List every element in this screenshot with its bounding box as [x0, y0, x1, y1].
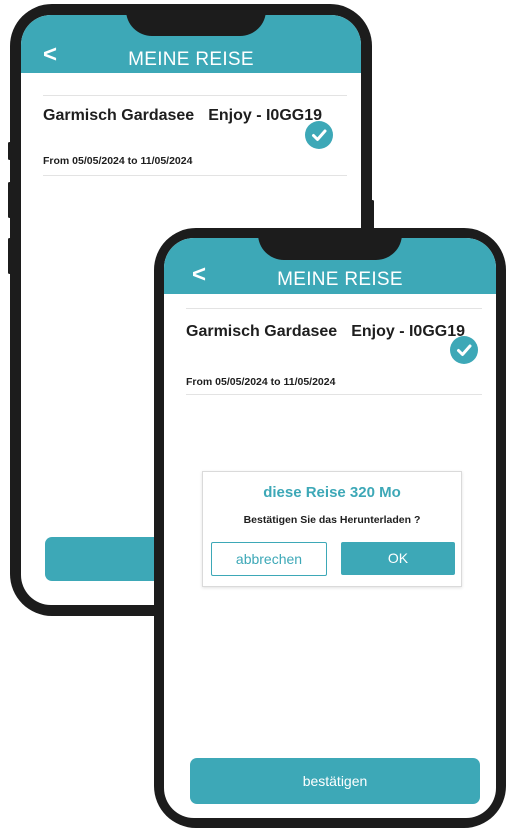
- confirm-button[interactable]: bestätigen: [190, 758, 480, 804]
- front-trip-code: Enjoy - I0GG19: [351, 323, 466, 340]
- front-check-circle-icon: [450, 336, 478, 364]
- back-divider-top: [43, 95, 347, 96]
- back-trip-dates: From 05/05/2024 to 11/05/2024: [43, 155, 193, 167]
- back-page-title: MEINE REISE: [128, 49, 254, 70]
- front-divider-bottom: [186, 394, 482, 395]
- back-divider-bottom: [43, 175, 347, 176]
- dialog-message: Bestätigen Sie das Herunterladen ?: [243, 514, 421, 526]
- download-dialog: diese Reise 320 Mo Bestätigen Sie das He…: [202, 471, 462, 587]
- dialog-title: diese Reise 320 Mo: [263, 484, 401, 501]
- front-phone: < MEINE REISE Garmisch Gardasee Enjoy - I…: [154, 228, 506, 828]
- front-notch: [258, 228, 402, 260]
- front-trip-name: Garmisch Gardasee: [186, 323, 338, 340]
- front-page-title: MEINE REISE: [277, 269, 403, 290]
- back-trip-title[interactable]: Garmisch Gardasee Enjoy - I0GG19: [43, 107, 322, 125]
- cancel-button[interactable]: abbrechen: [211, 542, 327, 576]
- front-divider-top: [186, 308, 482, 309]
- back-side-button-2: [8, 182, 11, 218]
- front-trip-dates: From 05/05/2024 to 11/05/2024: [186, 376, 336, 388]
- back-notch: [126, 4, 266, 36]
- front-trip-title[interactable]: Garmisch Gardasee Enjoy - I0GG19: [186, 323, 465, 341]
- back-side-button-1: [8, 142, 11, 160]
- ok-button[interactable]: OK: [341, 542, 455, 575]
- back-check-circle-icon: [305, 121, 333, 149]
- back-side-button-3: [8, 238, 11, 274]
- front-phone-screen: < MEINE REISE Garmisch Gardasee Enjoy - I…: [164, 238, 496, 818]
- back-trip-name: Garmisch Gardasee: [43, 107, 195, 124]
